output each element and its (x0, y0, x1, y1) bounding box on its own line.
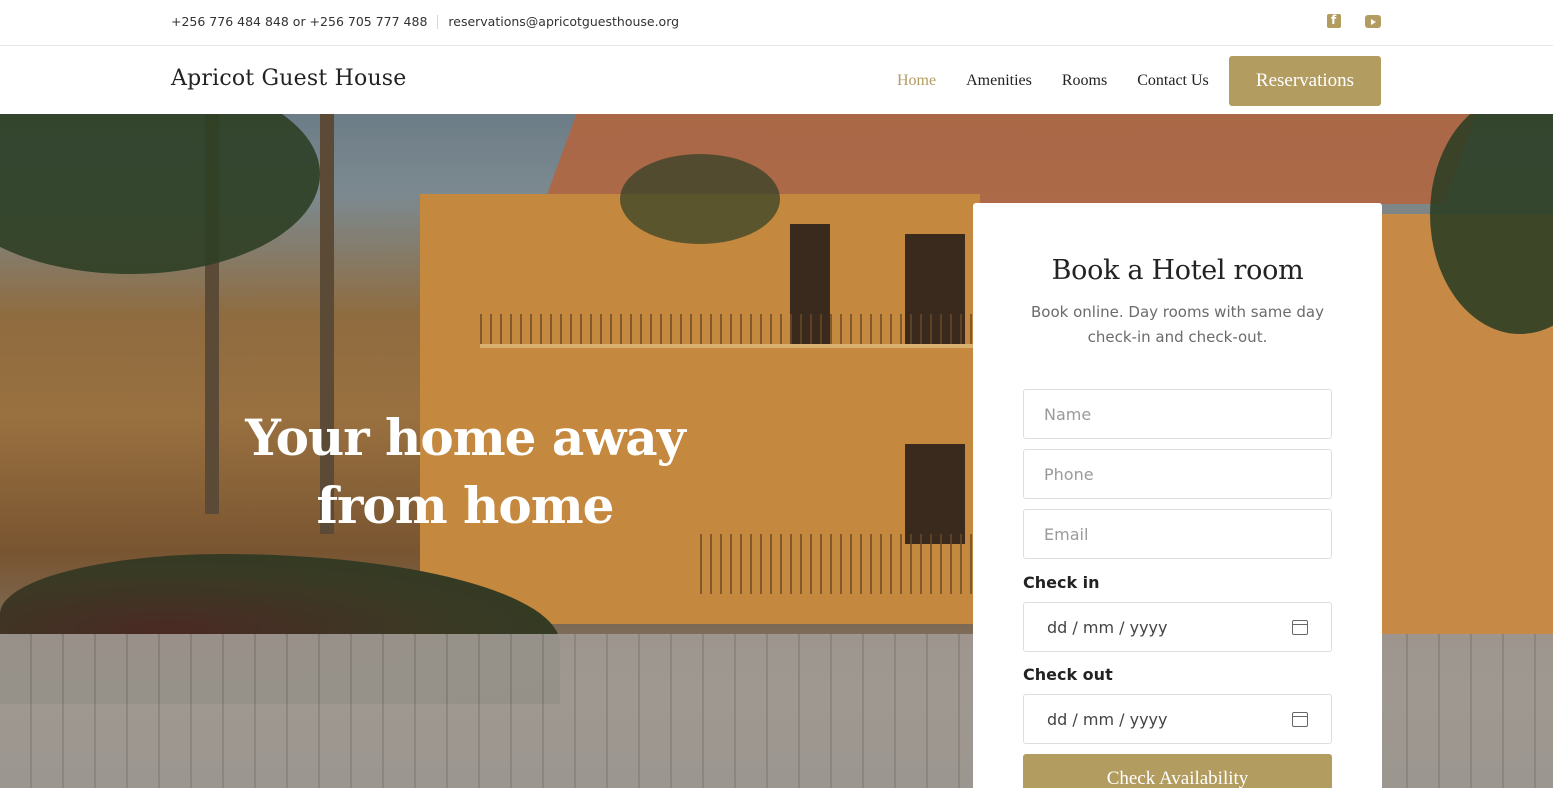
divider (437, 14, 439, 29)
checkout-label: Check out (1023, 665, 1113, 684)
reservations-button[interactable]: Reservations (1229, 56, 1381, 106)
booking-card: Book a Hotel room Book online. Day rooms… (973, 203, 1382, 788)
nav-item-contact[interactable]: Contact Us (1137, 72, 1209, 90)
nav-item-home[interactable]: Home (897, 72, 936, 90)
social-links (1327, 13, 1381, 28)
hero-photo-palm (620, 154, 780, 244)
hero-photo-palm (0, 114, 320, 274)
hero-photo-railing (480, 314, 980, 344)
checkin-date-placeholder: dd / mm / yyyy (1047, 617, 1168, 637)
name-input[interactable] (1023, 389, 1332, 439)
nav-item-rooms[interactable]: Rooms (1062, 72, 1107, 90)
calendar-icon[interactable] (1292, 619, 1308, 635)
top-bar: +256 776 484 848 or +256 705 777 488 res… (0, 0, 1553, 46)
youtube-icon[interactable] (1365, 15, 1381, 28)
hero-photo-railing (700, 534, 980, 594)
site-logo[interactable]: Apricot Guest House (171, 66, 407, 91)
phone-input[interactable] (1023, 449, 1332, 499)
nav-item-amenities[interactable]: Amenities (966, 72, 1032, 90)
booking-title: Book a Hotel room (1051, 255, 1304, 286)
checkout-date-input[interactable]: dd / mm / yyyy (1023, 694, 1332, 744)
hero-photo-window (905, 444, 965, 544)
email-input[interactable] (1023, 509, 1332, 559)
main-navbar: Apricot Guest House Home Amenities Rooms… (0, 46, 1553, 114)
facebook-icon[interactable] (1327, 13, 1341, 28)
check-availability-button[interactable]: Check Availability (1023, 754, 1332, 788)
checkout-date-placeholder: dd / mm / yyyy (1047, 709, 1168, 729)
hero-title: Your home away from home (245, 408, 686, 535)
checkin-label: Check in (1023, 573, 1100, 592)
booking-subtitle: Book online. Day rooms with same day che… (1031, 303, 1324, 346)
hero-photo-balcony (480, 344, 980, 348)
email-link[interactable]: reservations@apricotguesthouse.org (448, 14, 679, 29)
checkin-date-input[interactable]: dd / mm / yyyy (1023, 602, 1332, 652)
nav-menu: Home Amenities Rooms Contact Us (897, 72, 1209, 90)
calendar-icon[interactable] (1292, 711, 1308, 727)
phone-numbers[interactable]: +256 776 484 848 or +256 705 777 488 (171, 14, 427, 29)
contact-info: +256 776 484 848 or +256 705 777 488 res… (171, 14, 679, 29)
